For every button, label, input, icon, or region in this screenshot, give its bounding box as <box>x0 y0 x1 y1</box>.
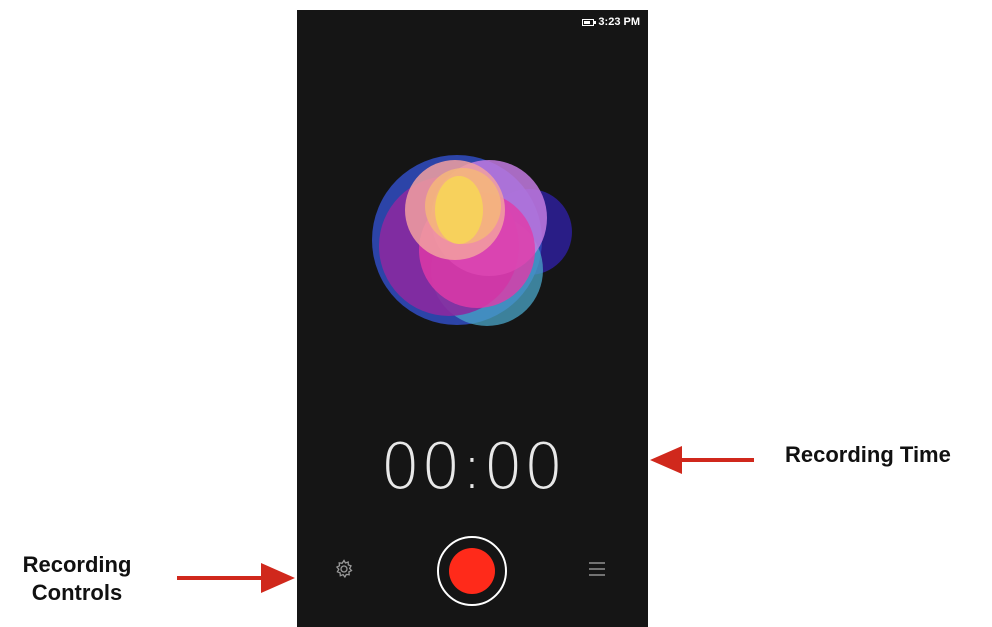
recording-controls-label-line2: Controls <box>31 580 123 605</box>
recording-time-label: Recording Time <box>785 442 951 467</box>
recording-time-arrow <box>650 446 754 474</box>
recording-controls <box>297 530 648 610</box>
settings-button[interactable] <box>333 558 355 580</box>
audio-visualizer <box>372 155 572 326</box>
page: 3:23 PM 00:00 Recording Time Recording C… <box>0 0 992 627</box>
battery-icon <box>582 18 597 26</box>
status-time: 3:23 PM <box>598 16 640 28</box>
menu-list-icon <box>589 562 605 576</box>
record-icon <box>449 548 495 594</box>
recordings-list-button[interactable] <box>587 560 607 578</box>
phone-screen: 3:23 PM 00:00 <box>297 10 648 627</box>
recording-controls-arrow <box>177 563 295 593</box>
recording-controls-label-line1: Recording <box>22 552 132 577</box>
recording-timer: 00:00 <box>380 430 565 503</box>
status-bar: 3:23 PM <box>582 14 640 30</box>
gear-icon <box>335 559 353 579</box>
record-button[interactable] <box>437 536 507 606</box>
recording-controls-label: Recording Controls <box>6 551 148 607</box>
visualizer-blob-yellow <box>435 176 483 244</box>
